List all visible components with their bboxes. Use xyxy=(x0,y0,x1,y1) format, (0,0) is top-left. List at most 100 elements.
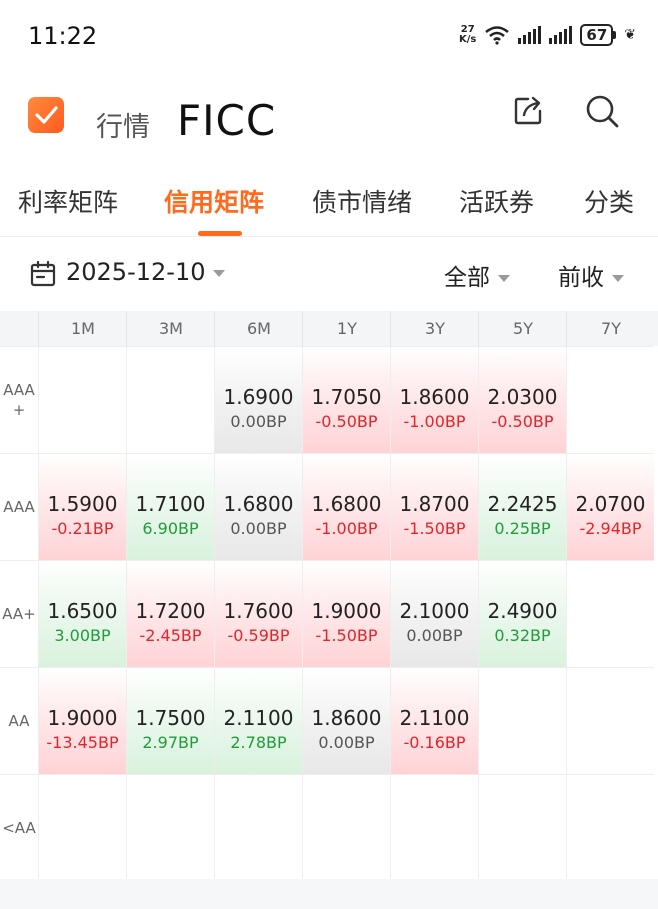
wifi-icon xyxy=(485,26,510,45)
status-bar: 11:22 27 K/s 67 ❦ xyxy=(0,0,658,78)
matrix-cell[interactable]: 1.6800 0.00BP xyxy=(214,453,302,560)
bottom-band xyxy=(0,879,658,909)
matrix-cell[interactable]: 1.7500 2.97BP xyxy=(126,667,214,774)
yield-change: 2.78BP xyxy=(230,733,287,752)
chevron-down-icon xyxy=(213,269,226,277)
yield-value: 1.7100 xyxy=(135,492,206,516)
column-header: 7Y xyxy=(566,311,655,346)
matrix-cell[interactable]: 2.0300 -0.50BP xyxy=(478,346,566,453)
matrix-cell xyxy=(566,667,654,774)
matrix-header-row: 1M 3M 6M 1Y 3Y 5Y 7Y xyxy=(0,311,658,346)
yield-change: -0.59BP xyxy=(227,626,290,645)
yield-change: 3.00BP xyxy=(54,626,111,645)
leaf-icon: ❦ xyxy=(624,27,636,43)
row-header: AA+ xyxy=(0,560,38,667)
matrix-cell[interactable]: 1.6500 3.00BP xyxy=(38,560,126,667)
matrix-cell[interactable]: 1.7200 -2.45BP xyxy=(126,560,214,667)
yield-value: 2.0700 xyxy=(575,492,646,516)
yield-value: 1.5900 xyxy=(47,492,118,516)
matrix-cell xyxy=(566,774,654,881)
yield-change: 0.32BP xyxy=(494,626,551,645)
matrix-cell[interactable]: 2.4900 0.32BP xyxy=(478,560,566,667)
yield-change: -1.00BP xyxy=(403,412,466,431)
matrix-cell xyxy=(302,774,390,881)
yield-value: 1.8700 xyxy=(399,492,470,516)
tab-category[interactable]: 分类 xyxy=(584,183,634,219)
column-header: 3M xyxy=(126,311,215,346)
matrix-cell xyxy=(126,346,214,453)
calendar-icon[interactable] xyxy=(30,261,56,287)
column-header: 6M xyxy=(214,311,303,346)
matrix-cell[interactable]: 1.7600 -0.59BP xyxy=(214,560,302,667)
tab-bond-sentiment[interactable]: 债市情绪 xyxy=(312,183,412,219)
matrix-cell[interactable]: 2.0700 -2.94BP xyxy=(566,453,654,560)
battery-level: 67 xyxy=(580,24,614,46)
yield-change: -1.00BP xyxy=(315,519,378,538)
yield-value: 2.1000 xyxy=(399,599,470,623)
tab-active-bonds[interactable]: 活跃券 xyxy=(459,183,534,219)
yield-change: -0.16BP xyxy=(403,733,466,752)
column-header: 5Y xyxy=(478,311,567,346)
status-icons: 27 K/s 67 ❦ xyxy=(459,24,636,46)
matrix-cell[interactable]: 2.1000 0.00BP xyxy=(390,560,478,667)
tab-rate-matrix[interactable]: 利率矩阵 xyxy=(18,183,118,219)
column-header: 3Y xyxy=(390,311,479,346)
signal-icon xyxy=(518,26,542,44)
matrix-cell[interactable]: 1.9000 -1.50BP xyxy=(302,560,390,667)
yield-change: -2.94BP xyxy=(579,519,642,538)
yield-change: -0.21BP xyxy=(51,519,114,538)
matrix-cell[interactable]: 2.2425 0.25BP xyxy=(478,453,566,560)
app-logo[interactable] xyxy=(28,97,64,133)
yield-value: 1.7200 xyxy=(135,599,206,623)
yield-change: 0.25BP xyxy=(494,519,551,538)
matrix-cell[interactable]: 1.7100 6.90BP xyxy=(126,453,214,560)
yield-change: 0.00BP xyxy=(230,412,287,431)
yield-value: 1.6500 xyxy=(47,599,118,623)
matrix-cell[interactable]: 2.1100 2.78BP xyxy=(214,667,302,774)
filter-bar: 2025-12-10 全部 前收 xyxy=(0,255,658,295)
yield-change: -1.50BP xyxy=(403,519,466,538)
matrix-cell xyxy=(478,667,566,774)
yield-change: -2.45BP xyxy=(139,626,202,645)
matrix-cell[interactable]: 1.7050 -0.50BP xyxy=(302,346,390,453)
yield-value: 1.7600 xyxy=(223,599,294,623)
yield-value: 1.7050 xyxy=(311,385,382,409)
divider xyxy=(0,236,658,237)
signal-icon xyxy=(549,26,573,44)
matrix-cell xyxy=(38,346,126,453)
matrix-cell xyxy=(126,774,214,881)
matrix-cell[interactable]: 1.5900 -0.21BP xyxy=(38,453,126,560)
chevron-down-icon xyxy=(498,275,510,282)
matrix-cell[interactable]: 1.8600 0.00BP xyxy=(302,667,390,774)
row-header: AAA xyxy=(0,453,38,560)
check-icon xyxy=(35,106,58,124)
yield-value: 1.9000 xyxy=(311,599,382,623)
date-value: 2025-12-10 xyxy=(66,258,206,286)
share-icon[interactable] xyxy=(512,93,546,127)
page-title: FICC xyxy=(177,96,277,145)
yield-change: 0.00BP xyxy=(230,519,287,538)
date-selector[interactable]: 2025-12-10 xyxy=(66,258,226,286)
matrix-cell[interactable]: 1.8700 -1.50BP xyxy=(390,453,478,560)
matrix-cell xyxy=(566,560,654,667)
matrix-cell xyxy=(214,774,302,881)
search-icon[interactable] xyxy=(584,93,620,129)
yield-value: 2.1100 xyxy=(223,706,294,730)
yield-change: 0.00BP xyxy=(406,626,463,645)
tab-credit-matrix[interactable]: 信用矩阵 xyxy=(164,183,264,219)
matrix-cell[interactable]: 2.1100 -0.16BP xyxy=(390,667,478,774)
yield-change: 0.00BP xyxy=(318,733,375,752)
network-speed: 27 K/s xyxy=(459,25,476,45)
compare-dropdown[interactable]: 前收 xyxy=(558,258,624,292)
matrix-cell xyxy=(478,774,566,881)
matrix-cell[interactable]: 1.6900 0.00BP xyxy=(214,346,302,453)
matrix-cell[interactable]: 1.6800 -1.00BP xyxy=(302,453,390,560)
tab-bar: 利率矩阵 信用矩阵 债市情绪 活跃券 分类 xyxy=(0,183,658,236)
row-header: AAA+ xyxy=(0,346,38,453)
matrix-cell[interactable]: 1.9000 -13.45BP xyxy=(38,667,126,774)
column-header: 1M xyxy=(38,311,127,346)
yield-value: 1.6900 xyxy=(223,385,294,409)
matrix-cell[interactable]: 1.8600 -1.00BP xyxy=(390,346,478,453)
yield-value: 2.1100 xyxy=(399,706,470,730)
scope-dropdown[interactable]: 全部 xyxy=(444,258,510,292)
